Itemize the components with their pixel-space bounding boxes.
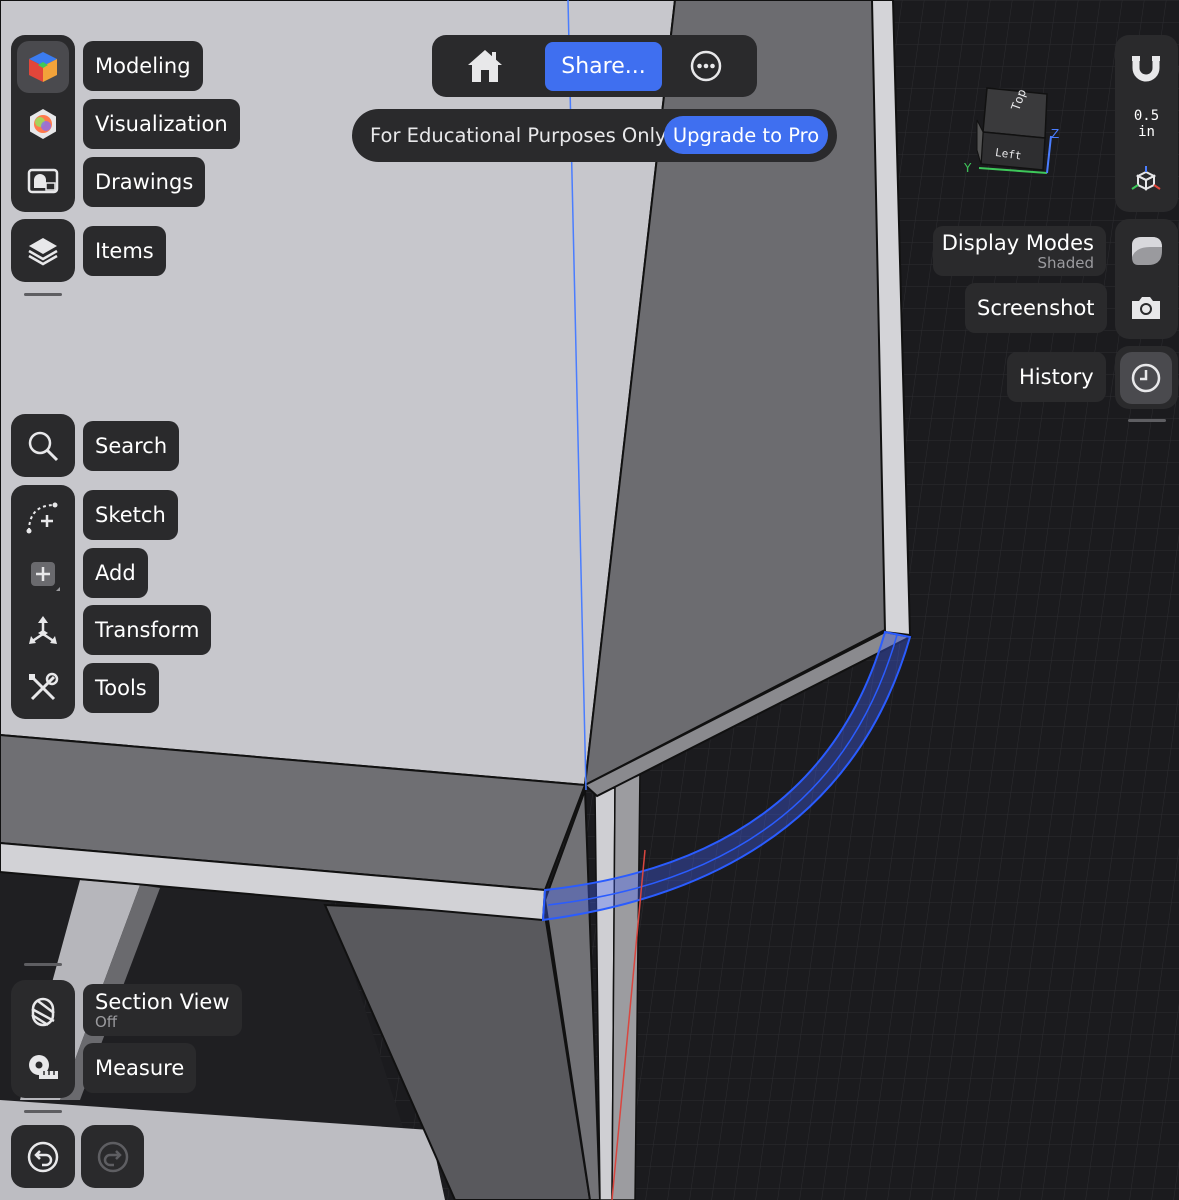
items-label[interactable]: Items — [83, 226, 166, 276]
axis-z-label: Z — [1051, 127, 1059, 141]
inspect-group — [11, 980, 75, 1098]
transform-icon[interactable] — [17, 605, 69, 657]
top-bar: Share... — [432, 35, 757, 97]
search-group — [11, 414, 75, 477]
workspace-group — [11, 35, 75, 212]
measure-label[interactable]: Measure — [83, 1043, 197, 1093]
left-divider-bottom — [24, 963, 62, 966]
snap-group: 0.5 in — [1115, 35, 1178, 212]
sketch-label[interactable]: Sketch — [83, 490, 178, 540]
section-view-label[interactable]: Section View Off — [83, 984, 242, 1036]
undo-icon — [17, 1131, 69, 1183]
search-label[interactable]: Search — [83, 421, 180, 471]
share-button[interactable]: Share... — [545, 42, 662, 91]
transform-label[interactable]: Transform — [83, 605, 212, 655]
section-view-icon[interactable] — [17, 986, 69, 1038]
screenshot-label[interactable]: Screenshot — [965, 283, 1107, 333]
history-group — [1115, 346, 1178, 409]
section-view-state: Off — [95, 1013, 118, 1031]
sketch-icon[interactable] — [17, 491, 69, 543]
undo-button[interactable] — [11, 1125, 75, 1188]
display-modes-label[interactable]: Display Modes Shaded — [933, 226, 1106, 276]
right-divider — [1128, 419, 1166, 422]
items-group — [11, 219, 75, 282]
more-options-icon[interactable] — [680, 40, 732, 92]
magnet-snap-icon[interactable] — [1120, 41, 1172, 93]
add-icon[interactable] — [17, 548, 69, 600]
search-icon[interactable] — [17, 420, 69, 472]
history-clock-icon[interactable] — [1120, 352, 1172, 404]
drawings-label[interactable]: Drawings — [83, 157, 206, 207]
tools-label[interactable]: Tools — [83, 663, 159, 713]
educational-banner: For Educational Purposes Only Upgrade to… — [352, 109, 837, 162]
wrench-screwdriver-icon[interactable] — [17, 662, 69, 714]
modeling-cube-icon[interactable] — [17, 41, 69, 93]
redo-icon — [87, 1131, 139, 1183]
home-icon[interactable] — [459, 40, 511, 92]
axis-y-label: Y — [963, 161, 972, 175]
layers-icon[interactable] — [17, 225, 69, 277]
snap-unit: in — [1138, 124, 1155, 140]
view-group — [1115, 219, 1178, 339]
display-mode-state: Shaded — [1037, 254, 1095, 272]
snap-increment[interactable]: 0.5 in — [1115, 108, 1178, 140]
camera-icon[interactable] — [1120, 282, 1172, 334]
modeling-label[interactable]: Modeling — [83, 41, 203, 91]
tools-group — [11, 485, 75, 719]
redo-button[interactable] — [81, 1125, 144, 1188]
visualization-label[interactable]: Visualization — [83, 99, 240, 149]
add-label[interactable]: Add — [83, 548, 148, 598]
upgrade-to-pro-button[interactable]: Upgrade to Pro — [664, 116, 828, 154]
educational-notice: For Educational Purposes Only — [370, 124, 667, 147]
grid-axis-icon[interactable] — [1120, 155, 1172, 207]
left-divider-undo — [24, 1110, 62, 1113]
measure-tape-icon[interactable] — [17, 1041, 69, 1093]
history-label[interactable]: History — [1007, 352, 1106, 402]
snap-value: 0.5 — [1133, 108, 1160, 124]
left-divider-top — [24, 293, 62, 296]
drawings-icon[interactable] — [17, 155, 69, 207]
view-cube[interactable]: Top Left Y Z — [955, 80, 1065, 180]
display-modes-icon[interactable] — [1120, 225, 1172, 277]
color-sphere-icon[interactable] — [17, 98, 69, 150]
